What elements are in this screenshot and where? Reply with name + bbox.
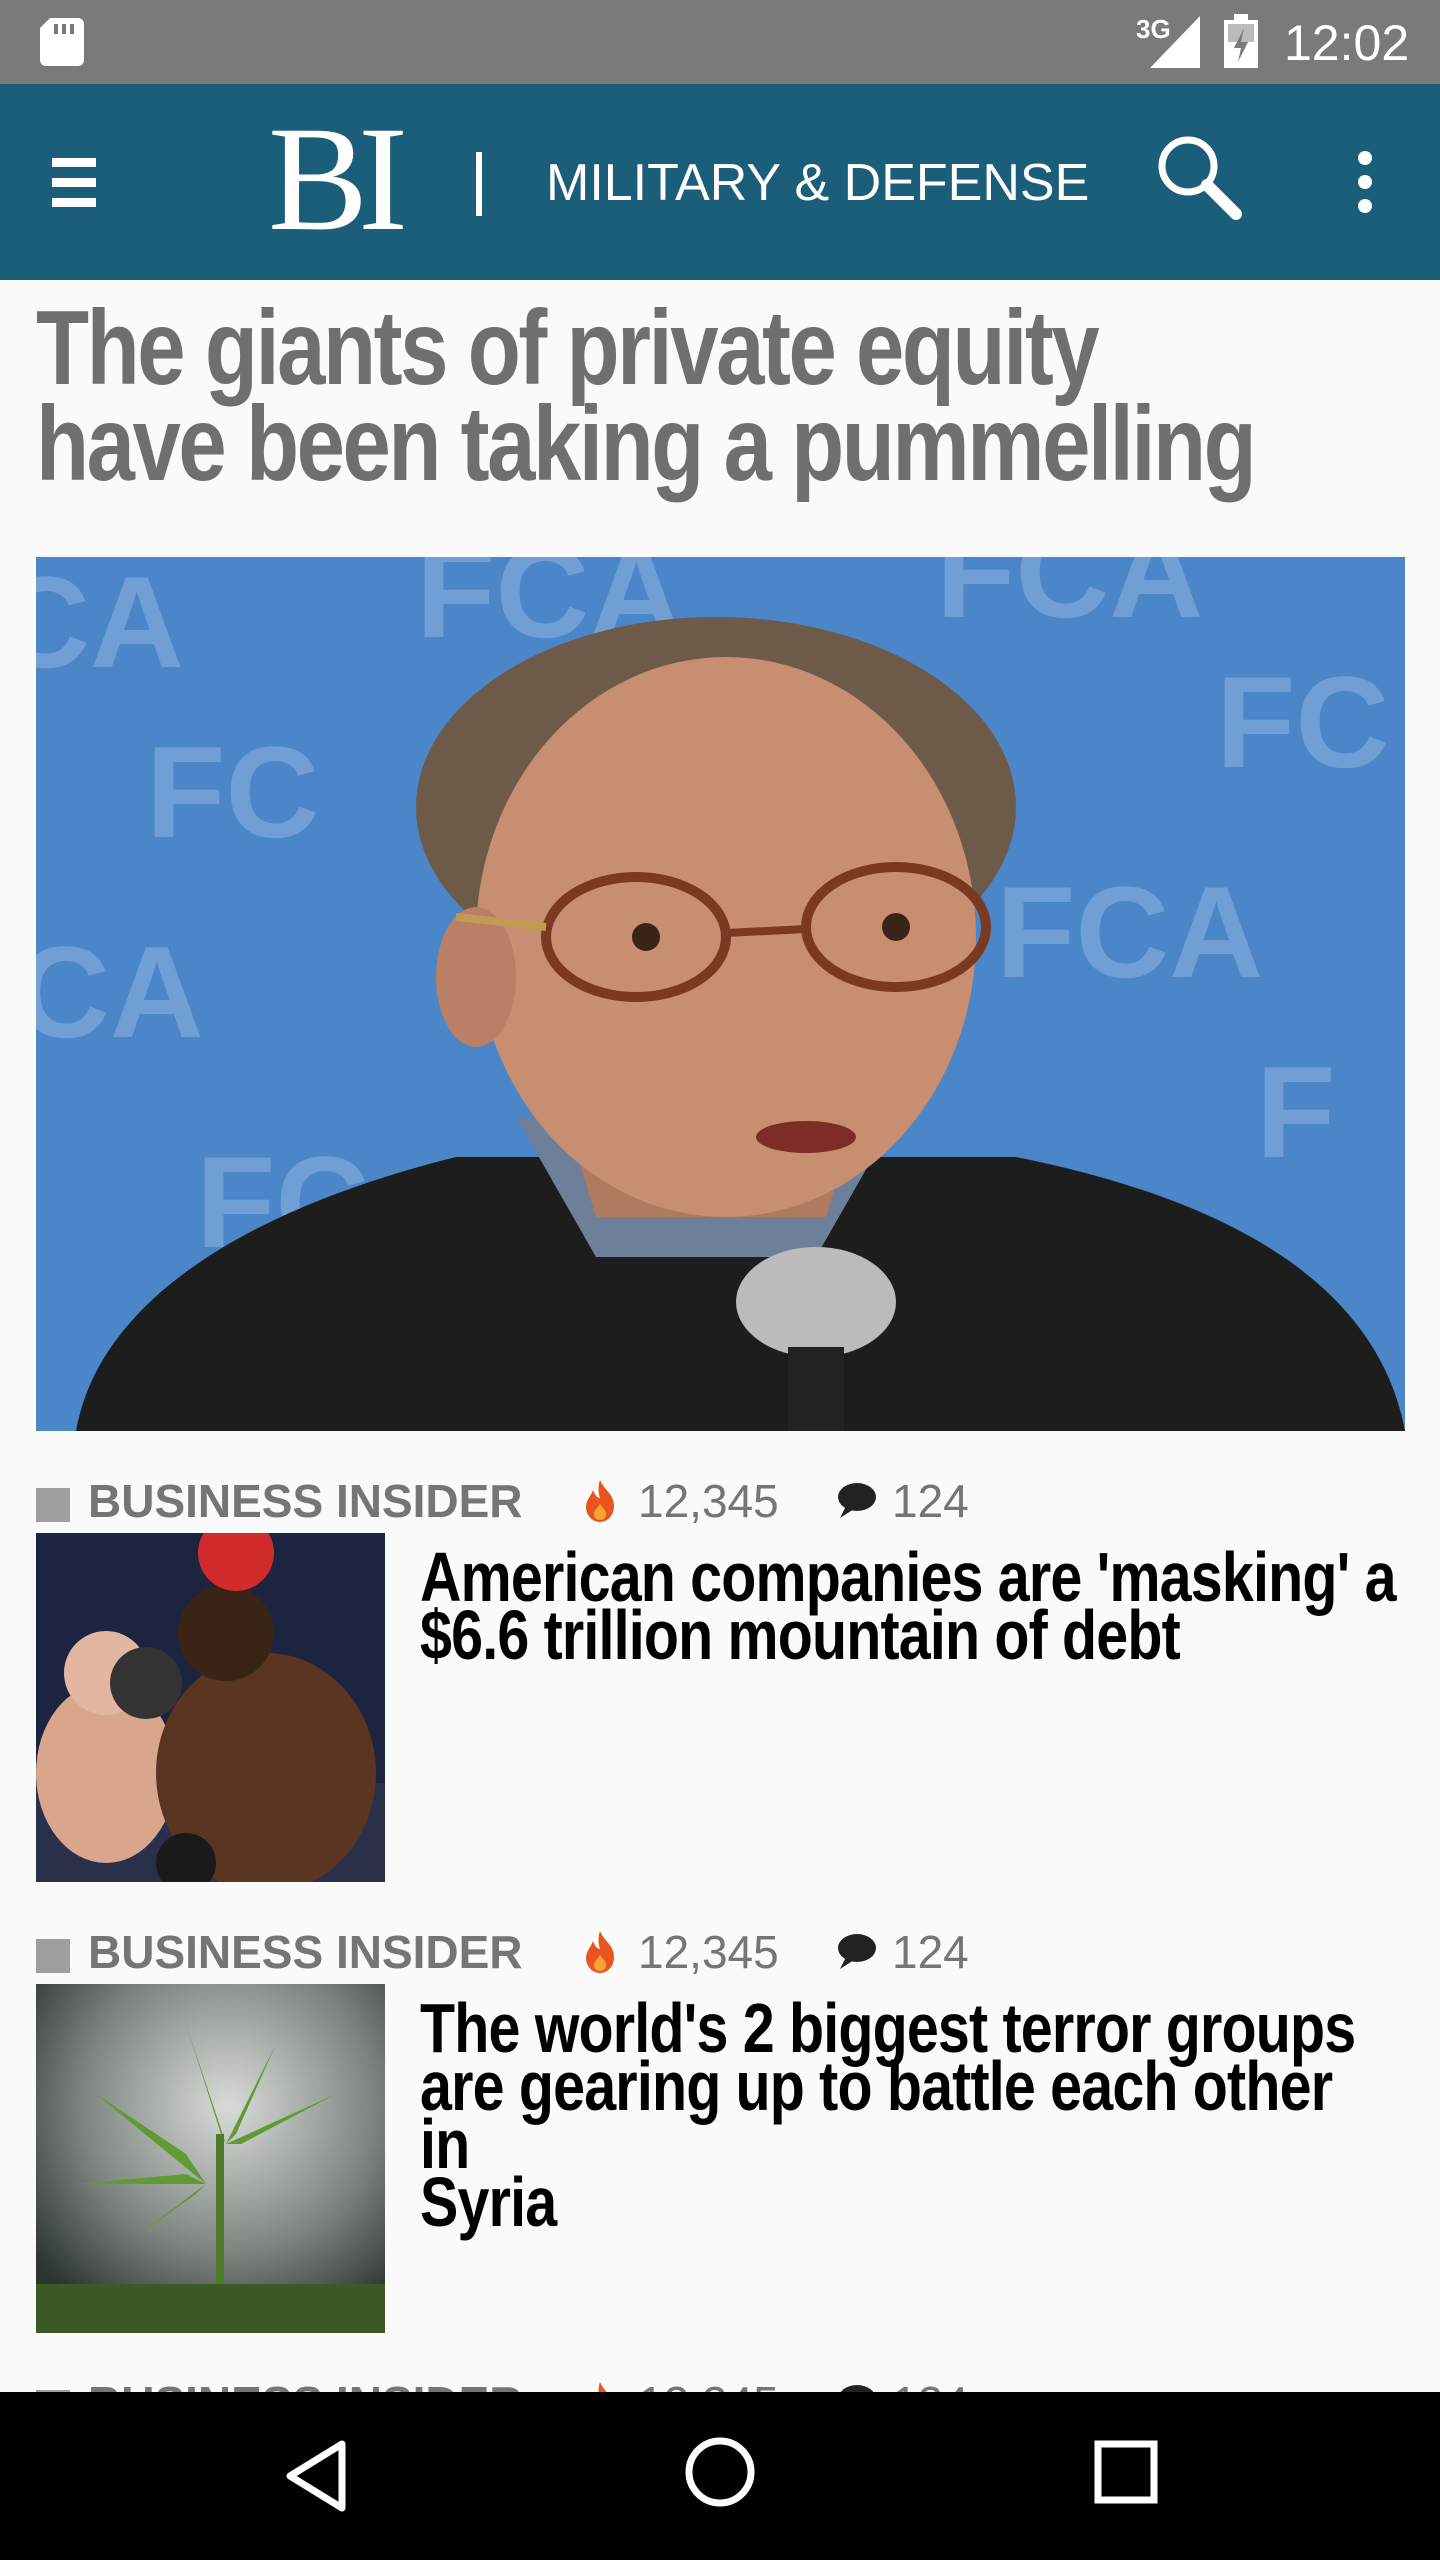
svg-text:CA: CA xyxy=(36,919,204,1065)
article-thumbnail-plant[interactable] xyxy=(36,1984,385,2333)
svg-text:FC: FC xyxy=(1216,649,1389,795)
comment-count: 124 xyxy=(892,1475,969,1527)
article-headline-line-3: Syria xyxy=(420,2163,557,2241)
article-source: BUSINESS INSIDER xyxy=(88,1475,523,1527)
clock: 12:02 xyxy=(1284,15,1410,71)
home-icon[interactable] xyxy=(680,2432,760,2512)
view-count: 12,345 xyxy=(638,1475,779,1527)
article-meta: BUSINESS INSIDER 12,345 124 xyxy=(36,1927,1416,1977)
view-count: 12,345 xyxy=(638,1926,779,1978)
svg-text:FCA: FCA xyxy=(936,557,1203,645)
recents-icon[interactable] xyxy=(1090,2436,1162,2508)
source-square-icon xyxy=(36,1488,70,1522)
article-meta: BUSINESS INSIDER 12,345 124 xyxy=(36,1476,1416,1526)
svg-text:CA: CA xyxy=(36,557,184,695)
hero-image[interactable]: CA FCA FCA FC FC CA FCA FC F xyxy=(36,557,1405,1431)
status-bar: 3G 12:02 xyxy=(0,0,1440,84)
article-thumbnail-boxing[interactable] xyxy=(36,1533,385,1882)
article-headline-line-2: are gearing up to battle each other in xyxy=(420,2047,1333,2183)
article-headline-line-2: $6.6 trillion mountain of debt xyxy=(420,1596,1181,1674)
article-source: BUSINESS INSIDER xyxy=(88,1926,523,1978)
comment-icon xyxy=(838,1934,876,1969)
article-headline[interactable]: The world's 2 biggest terror groups are … xyxy=(420,1993,1396,2237)
back-icon[interactable] xyxy=(280,2436,352,2516)
hero-headline[interactable]: The giants of private equity have been t… xyxy=(36,295,1257,497)
sd-card-icon xyxy=(40,18,84,66)
more-vert-icon[interactable] xyxy=(1330,144,1400,224)
menu-icon[interactable] xyxy=(40,144,120,224)
comment-count: 124 xyxy=(892,1926,969,1978)
svg-text:FCA: FCA xyxy=(996,859,1263,1005)
svg-text:FC: FC xyxy=(146,719,319,865)
svg-text:F: F xyxy=(1256,1039,1335,1185)
hero-headline-line-2: have been taking a pummelling xyxy=(36,385,1257,503)
source-square-icon xyxy=(36,1939,70,1973)
fire-icon xyxy=(586,1480,614,1522)
navigation-bar xyxy=(0,2392,1440,2560)
section-title: MILITARY & DEFENSE xyxy=(546,154,1090,212)
battery-icon xyxy=(1224,14,1258,68)
article-headline[interactable]: American companies are 'masking' a $6.6 … xyxy=(420,1542,1396,1670)
fire-icon xyxy=(586,1931,614,1973)
app-bar: BI MILITARY & DEFENSE xyxy=(0,84,1440,280)
search-icon[interactable] xyxy=(1150,128,1250,228)
comment-icon xyxy=(838,1483,876,1518)
signal-icon xyxy=(1150,16,1200,68)
logo-divider xyxy=(476,152,482,216)
bi-logo[interactable]: BI xyxy=(268,104,408,254)
